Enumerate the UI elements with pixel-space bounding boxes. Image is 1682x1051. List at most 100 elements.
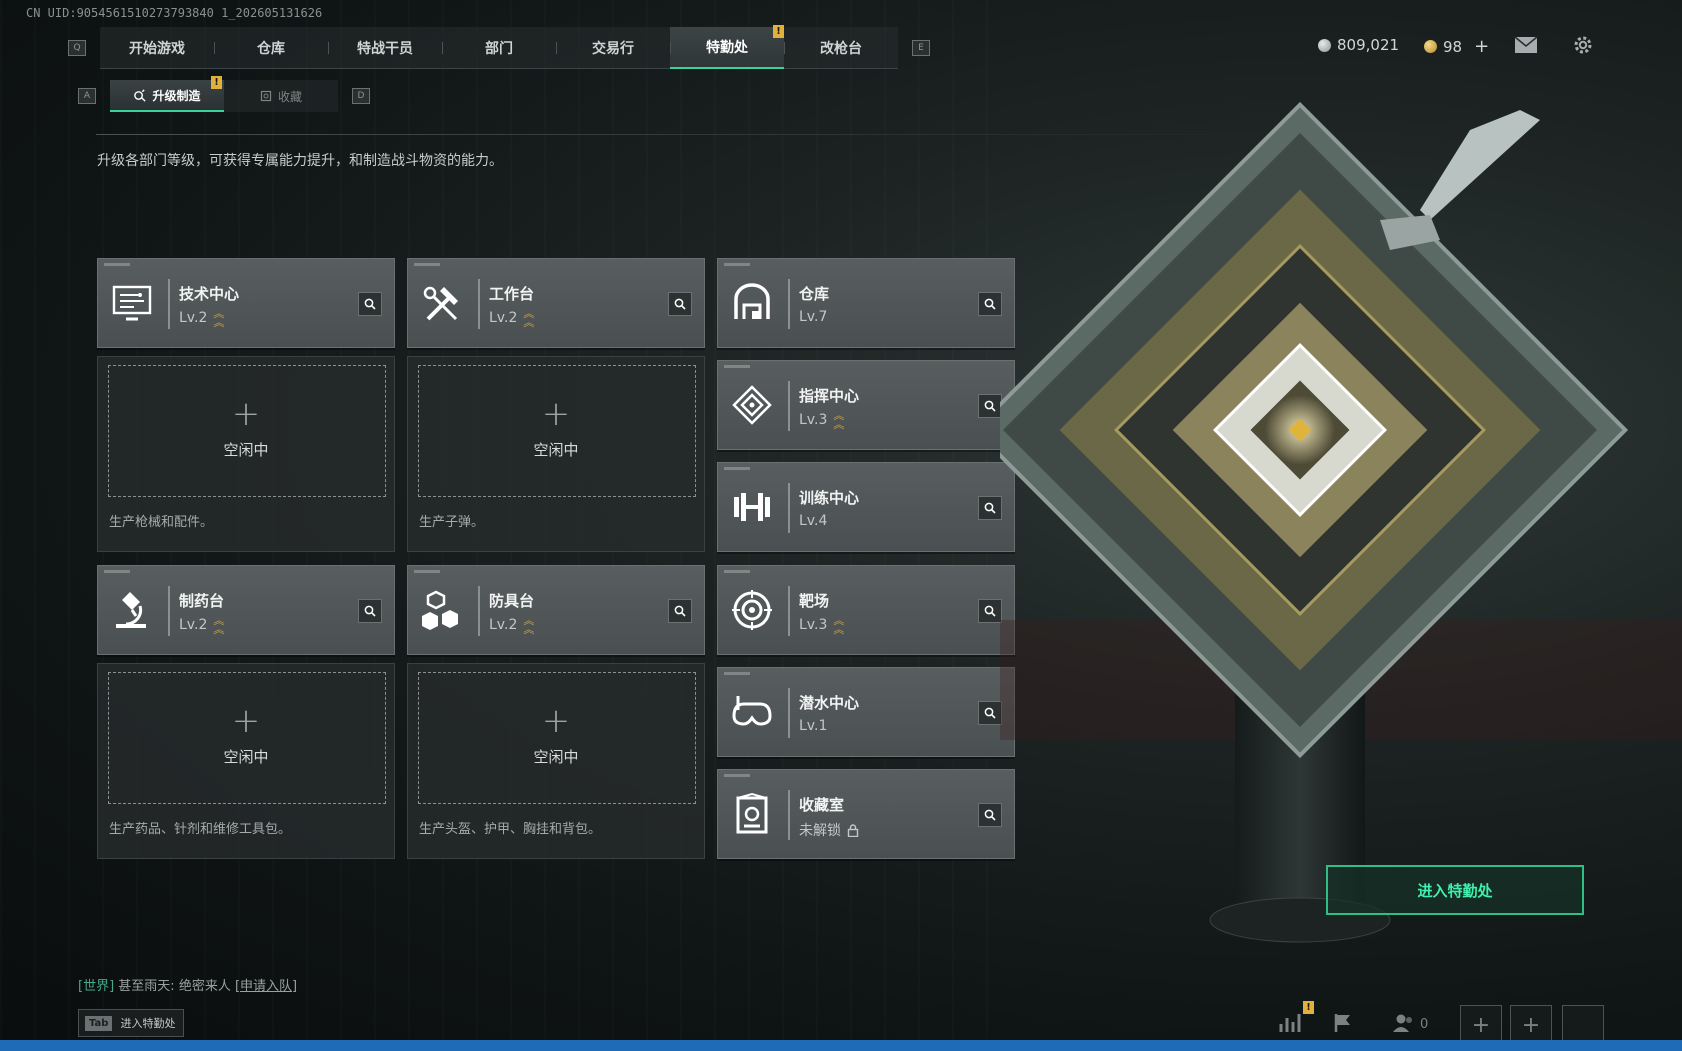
idle-status: 空闲中 xyxy=(223,441,269,459)
inspect-button[interactable] xyxy=(978,496,1002,520)
dept-card-tech-center[interactable]: 技术中心 Lv.2 ︽ ︽ xyxy=(97,258,395,348)
search-icon xyxy=(984,298,996,310)
card-divider xyxy=(788,279,790,329)
plus-icon: + xyxy=(1471,1012,1491,1038)
premium-currency-display: 98 + xyxy=(1424,36,1489,57)
page-description: 升级各部门等级，可获得专属能力提升，和制造战斗物资的能力。 xyxy=(97,153,503,169)
search-icon xyxy=(984,400,996,412)
level-up-icon: ︽ ︽ xyxy=(523,307,535,329)
idle-status: 空闲中 xyxy=(533,441,579,459)
apply-join-link[interactable]: [申请入队] xyxy=(235,979,297,994)
dumbbell-icon xyxy=(734,493,770,521)
currency-amount: 809,021 xyxy=(1337,36,1400,54)
idle-slot-workbench[interactable]: + 空闲中 生产子弹。 xyxy=(407,356,705,552)
enter-special-service-button[interactable]: 进入特勤处 xyxy=(1326,865,1584,915)
level-up-icon: ︽ ︽ xyxy=(523,614,535,636)
inspect-button[interactable] xyxy=(358,599,382,623)
inspect-button[interactable] xyxy=(668,599,692,623)
production-desc: 生产药品、针剂和维修工具包。 xyxy=(109,822,292,837)
level-text: Lv.2 xyxy=(489,617,518,633)
inspect-button[interactable] xyxy=(978,599,1002,623)
flag-icon[interactable] xyxy=(1332,1012,1354,1034)
subtab-upgrade-craft[interactable]: 升级制造 ! xyxy=(110,76,224,112)
tab-gunsmith[interactable]: 改枪台 xyxy=(784,27,898,69)
dept-card-armor-bench[interactable]: 防具台 Lv.2 ︽ ︽ xyxy=(407,565,705,655)
production-desc: 生产枪械和配件。 xyxy=(109,515,214,530)
friends-icon[interactable] xyxy=(1392,1012,1414,1034)
tab-label: 仓库 xyxy=(257,41,285,57)
dept-card-training-center[interactable]: 训练中心 Lv.4 xyxy=(717,462,1015,552)
inspect-button[interactable] xyxy=(978,394,1002,418)
tab-operators[interactable]: 特战干员 xyxy=(328,27,442,69)
inspect-button[interactable] xyxy=(978,701,1002,725)
add-currency-button[interactable]: + xyxy=(1474,36,1489,57)
tab-key: Tab xyxy=(85,1015,113,1031)
tab-warehouse[interactable]: 仓库 xyxy=(214,27,328,69)
subtab-label: 收藏 xyxy=(277,89,302,104)
dept-level: 未解锁 xyxy=(799,820,859,840)
top-navigation: Q 开始游戏 仓库 特战干员 部门 交易行 特勤处! 改枪台 E xyxy=(68,25,930,69)
sub-navigation: A 升级制造 ! 收藏 D xyxy=(78,76,370,112)
search-icon xyxy=(674,605,686,617)
tab-label: 部门 xyxy=(485,41,513,57)
level-text: Lv.3 xyxy=(799,412,828,428)
search-icon xyxy=(984,605,996,617)
os-taskbar xyxy=(0,1040,1682,1051)
warehouse-icon xyxy=(734,283,770,319)
idle-slot-tech-center[interactable]: + 空闲中 生产枪械和配件。 xyxy=(97,356,395,552)
settings-gear-icon[interactable] xyxy=(1572,34,1594,56)
dept-card-workbench[interactable]: 工作台 Lv.2 ︽ ︽ xyxy=(407,258,705,348)
nav-prev-key[interactable]: Q xyxy=(68,40,86,56)
tab-department[interactable]: 部门 xyxy=(442,27,556,69)
mail-icon[interactable] xyxy=(1514,36,1538,54)
dept-card-collection-room[interactable]: 收藏室 未解锁 xyxy=(717,769,1015,859)
level-text: Lv.3 xyxy=(799,617,828,633)
extra-slot[interactable] xyxy=(1562,1005,1604,1045)
tab-start-game[interactable]: 开始游戏 xyxy=(100,27,214,69)
inspect-button[interactable] xyxy=(978,803,1002,827)
inspect-button[interactable] xyxy=(978,292,1002,316)
tab-shortcut-hint[interactable]: Tab 进入特勤处 xyxy=(78,1009,184,1037)
tab-hint-label: 进入特勤处 xyxy=(120,1017,176,1030)
tab-trading[interactable]: 交易行 xyxy=(556,27,670,69)
search-icon xyxy=(364,298,376,310)
dept-card-warehouse[interactable]: 仓库 Lv.7 xyxy=(717,258,1015,348)
idle-slot-armor-bench[interactable]: + 空闲中 生产头盔、护甲、胸挂和背包。 xyxy=(407,663,705,859)
tab-label: 改枪台 xyxy=(820,41,862,57)
card-divider xyxy=(168,586,170,636)
level-up-icon: ︽ ︽ xyxy=(833,409,845,431)
silver-coin-icon xyxy=(1318,38,1331,52)
idle-status: 空闲中 xyxy=(533,748,579,766)
inspect-button[interactable] xyxy=(668,292,692,316)
inspect-button[interactable] xyxy=(358,292,382,316)
dept-card-diving-center[interactable]: 潜水中心 Lv.1 xyxy=(717,667,1015,757)
idle-slot-pharmacy[interactable]: + 空闲中 生产药品、针剂和维修工具包。 xyxy=(97,663,395,859)
dept-card-shooting-range[interactable]: 靶场 Lv.3 ︽ ︽ xyxy=(717,565,1015,655)
card-divider xyxy=(478,279,480,329)
level-text: 未解锁 xyxy=(799,823,841,839)
chat-user: 甚至雨天: xyxy=(118,979,175,994)
level-text: Lv.1 xyxy=(799,718,828,734)
dept-name: 仓库 xyxy=(799,285,830,303)
card-divider xyxy=(788,483,790,533)
card-tag xyxy=(724,467,750,470)
dept-level: Lv.2 ︽ ︽ xyxy=(489,614,535,636)
search-icon xyxy=(674,298,686,310)
monitor-icon xyxy=(112,285,152,321)
level-text: Lv.7 xyxy=(799,309,828,325)
dept-card-pharmacy[interactable]: 制药台 Lv.2 ︽ ︽ xyxy=(97,565,395,655)
subnav-next-key[interactable]: D xyxy=(352,88,370,104)
add-slot-button[interactable]: + xyxy=(1510,1005,1552,1045)
card-divider xyxy=(788,586,790,636)
dept-card-command-center[interactable]: 指挥中心 Lv.3 ︽ ︽ xyxy=(717,360,1015,450)
tab-special-service[interactable]: 特勤处! xyxy=(670,25,784,69)
level-up-icon: ︽ ︽ xyxy=(213,614,225,636)
plus-icon: + xyxy=(1521,1012,1541,1038)
stats-chart-icon[interactable] xyxy=(1278,1012,1302,1034)
dept-level: Lv.3 ︽ ︽ xyxy=(799,615,844,635)
card-divider xyxy=(788,790,790,840)
subnav-prev-key[interactable]: A xyxy=(78,88,96,104)
nav-next-key[interactable]: E xyxy=(912,40,930,56)
subtab-collection[interactable]: 收藏 xyxy=(224,80,338,112)
add-slot-button[interactable]: + xyxy=(1460,1005,1502,1045)
